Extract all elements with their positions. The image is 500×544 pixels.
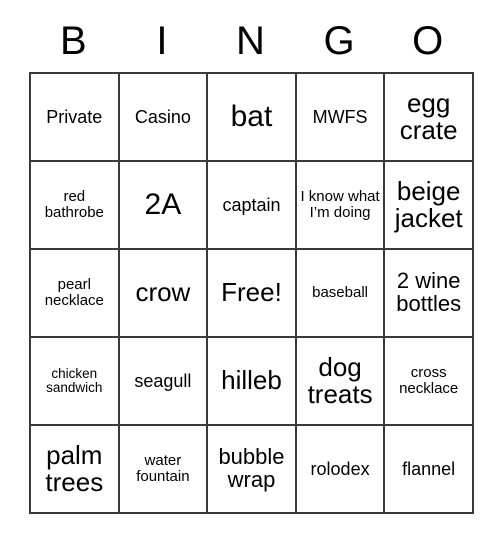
bingo-header-row: B I N G O: [29, 10, 472, 72]
bingo-header-letter-o: O: [412, 19, 444, 63]
bingo-cell-2-3[interactable]: baseball: [296, 250, 386, 338]
bingo-cell-1-0[interactable]: red bathrobe: [31, 162, 120, 250]
bingo-cell-2-1[interactable]: crow: [119, 250, 209, 338]
bingo-cell-label: dog treats: [307, 351, 373, 409]
bingo-cell-3-4[interactable]: cross necklace: [385, 338, 474, 426]
bingo-cell-label: cross necklace: [399, 364, 459, 397]
table-row: palm trees water fountain bubble wrap ro…: [31, 426, 474, 514]
bingo-cell-label: seagull: [134, 370, 192, 391]
bingo-cell-label: egg crate: [399, 87, 458, 145]
bingo-cell-3-2[interactable]: hilleb: [208, 338, 297, 426]
table-row: pearl necklace crow Free! baseball 2 win…: [31, 250, 474, 338]
bingo-cell-label: baseball: [312, 284, 369, 302]
bingo-cell-label: captain: [222, 194, 281, 215]
bingo-cell-0-0[interactable]: Private: [31, 74, 120, 162]
bingo-cell-1-2[interactable]: captain: [208, 162, 297, 250]
bingo-cell-label: hilleb: [221, 365, 282, 396]
bingo-cell-1-4[interactable]: beige jacket: [385, 162, 474, 250]
bingo-cell-0-3[interactable]: MWFS: [296, 74, 386, 162]
bingo-cell-3-3[interactable]: dog treats: [296, 338, 386, 426]
bingo-cell-label: crow: [135, 277, 191, 308]
bingo-cell-label: 2A: [144, 188, 182, 222]
bingo-cell-1-3[interactable]: I know what I’m doing: [296, 162, 386, 250]
bingo-cell-0-2[interactable]: bat: [208, 74, 297, 162]
bingo-cell-label: bubble wrap: [218, 444, 285, 492]
bingo-cell-label: palm trees: [45, 439, 104, 497]
bingo-cell-4-3[interactable]: rolodex: [296, 426, 386, 514]
bingo-grid: Private Casino bat MWFS egg crate red ba…: [29, 72, 474, 514]
bingo-cell-free-space[interactable]: Free!: [208, 250, 297, 338]
bingo-cell-label: red bathrobe: [44, 188, 104, 221]
bingo-cell-4-0[interactable]: palm trees: [31, 426, 120, 514]
bingo-cell-label: Casino: [134, 106, 191, 127]
bingo-cell-label: pearl necklace: [44, 276, 104, 309]
bingo-cell-2-0[interactable]: pearl necklace: [31, 250, 120, 338]
bingo-cell-0-1[interactable]: Casino: [119, 74, 209, 162]
bingo-header-letter-n: N: [236, 19, 265, 63]
bingo-cell-4-2[interactable]: bubble wrap: [208, 426, 297, 514]
table-row: Private Casino bat MWFS egg crate: [31, 74, 474, 162]
bingo-cell-3-1[interactable]: seagull: [119, 338, 209, 426]
bingo-header-letter-b: B: [59, 19, 87, 63]
bingo-cell-label: rolodex: [310, 458, 370, 479]
bingo-cell-label: bat: [230, 100, 273, 134]
free-space-label: Free!: [221, 277, 282, 308]
bingo-cell-label: flannel: [402, 458, 456, 479]
bingo-cell-2-4[interactable]: 2 wine bottles: [385, 250, 474, 338]
bingo-cell-4-4[interactable]: flannel: [385, 426, 474, 514]
bingo-cell-label: MWFS: [312, 106, 368, 127]
table-row: red bathrobe 2A captain I know what I’m …: [31, 162, 474, 250]
bingo-cell-label: chicken sandwich: [46, 365, 103, 395]
table-row: chicken sandwich seagull hilleb dog trea…: [31, 338, 474, 426]
bingo-cell-label: Private: [46, 106, 103, 127]
bingo-cell-0-4[interactable]: egg crate: [385, 74, 474, 162]
bingo-cell-label: beige jacket: [394, 175, 463, 233]
bingo-cell-label: I know what I’m doing: [300, 188, 380, 221]
bingo-cell-label: 2 wine bottles: [396, 268, 462, 316]
bingo-cell-label: water fountain: [136, 452, 190, 485]
bingo-cell-3-0[interactable]: chicken sandwich: [31, 338, 120, 426]
bingo-cell-1-1[interactable]: 2A: [119, 162, 209, 250]
bingo-header-letter-i: I: [156, 19, 168, 63]
bingo-header-letter-g: G: [323, 19, 355, 63]
bingo-cell-4-1[interactable]: water fountain: [119, 426, 209, 514]
bingo-card: B I N G O Private Casino bat MWFS egg cr…: [29, 10, 474, 514]
